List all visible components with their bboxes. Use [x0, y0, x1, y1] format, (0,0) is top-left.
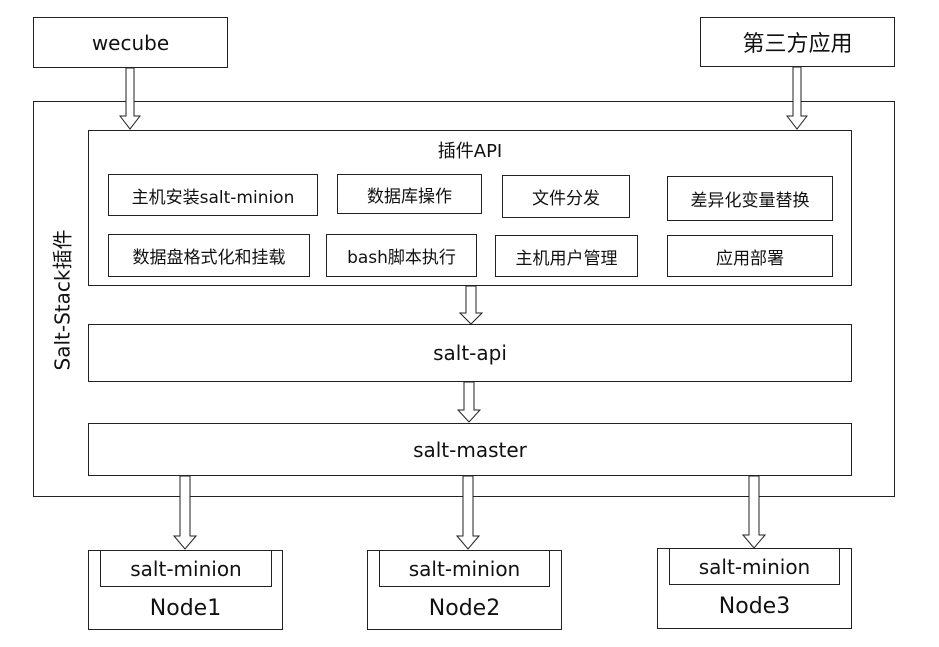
- api-item-label: 差异化变量替换: [690, 191, 810, 211]
- api-item-bash-script: bash脚本执行: [326, 234, 477, 277]
- node1-minion-box: salt-minion: [100, 550, 272, 587]
- arrow-down-icon: [173, 476, 197, 550]
- plugin-api-title: 插件API: [437, 141, 503, 162]
- node2-minion-label: salt-minion: [408, 556, 521, 581]
- api-item-label: 数据盘格式化和挂载: [132, 248, 286, 268]
- api-item-file-distribution: 文件分发: [502, 175, 630, 218]
- node3-minion-box: salt-minion: [669, 548, 840, 585]
- api-item-database-ops: 数据库操作: [337, 174, 482, 214]
- api-item-label: 应用部署: [716, 248, 784, 269]
- node3-minion-label: salt-minion: [698, 554, 811, 579]
- salt-api-box: salt-api: [88, 324, 852, 382]
- wecube-label: wecube: [91, 30, 170, 55]
- api-item-variable-replace: 差异化变量替换: [667, 176, 833, 221]
- node3-label: Node3: [718, 594, 791, 619]
- api-item-install-minion: 主机安装salt-minion: [108, 174, 318, 216]
- salt-master-box: salt-master: [88, 423, 852, 476]
- arrow-down-icon: [119, 68, 141, 130]
- arrow-down-icon: [459, 286, 483, 325]
- node1-minion-label: salt-minion: [130, 556, 242, 581]
- arrow-down-icon: [742, 476, 766, 549]
- api-item-label: bash脚本执行: [347, 248, 456, 268]
- arrow-down-icon: [457, 382, 481, 423]
- node1-label: Node1: [149, 596, 222, 621]
- api-item-label: 主机用户管理: [515, 248, 618, 269]
- salt-api-label: salt-api: [433, 341, 507, 365]
- api-item-host-user-mgmt: 主机用户管理: [495, 235, 638, 277]
- api-item-app-deploy: 应用部署: [667, 235, 833, 277]
- salt-stack-plugin-label: Salt-Stack插件: [50, 229, 75, 371]
- salt-master-label: salt-master: [413, 437, 527, 462]
- third-party-app-label: 第三方应用: [742, 32, 853, 57]
- api-item-label: 数据库操作: [367, 186, 452, 207]
- arrow-down-icon: [786, 67, 808, 130]
- node2-label: Node2: [428, 596, 501, 621]
- api-item-label: 主机安装salt-minion: [131, 187, 295, 208]
- node2-minion-box: salt-minion: [379, 550, 550, 587]
- api-item-label: 文件分发: [532, 189, 600, 209]
- arrow-down-icon: [456, 476, 480, 550]
- wecube-box: wecube: [33, 17, 228, 68]
- third-party-app-box: 第三方应用: [700, 17, 895, 67]
- api-item-disk-format-mount: 数据盘格式化和挂载: [108, 234, 310, 277]
